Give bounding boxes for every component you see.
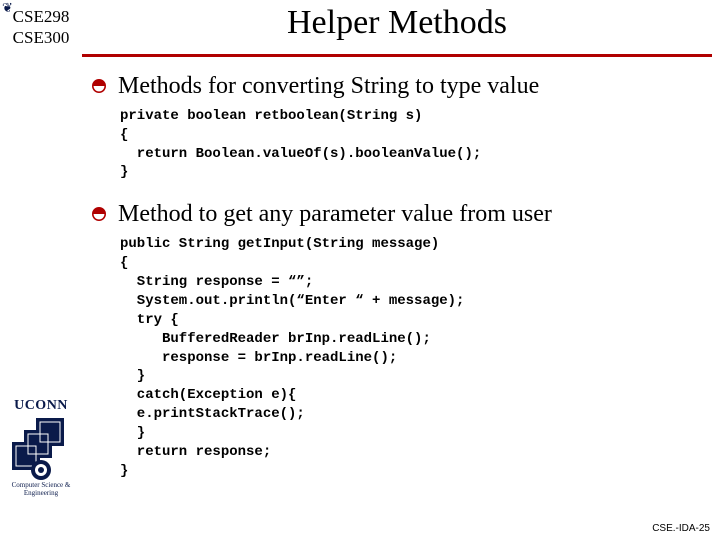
slide-title: Helper Methods bbox=[82, 4, 712, 42]
bullet-text: Methods for converting String to type va… bbox=[118, 72, 539, 101]
title-divider bbox=[82, 54, 712, 57]
bullet-icon bbox=[92, 207, 106, 221]
sidebar: ❦ CSE298 CSE300 UCONN Computer Science &… bbox=[0, 0, 82, 540]
bullet-item: Methods for converting String to type va… bbox=[92, 72, 710, 101]
slide-footer: CSE.-IDA-25 bbox=[652, 523, 710, 534]
uconn-logo-icon bbox=[10, 416, 72, 480]
uconn-wordmark: UCONN bbox=[4, 398, 78, 414]
bullet-item: Method to get any parameter value from u… bbox=[92, 200, 710, 229]
uconn-subtitle: Computer Science & Engineering bbox=[4, 482, 78, 497]
oak-icon: ❦ bbox=[2, 0, 13, 16]
code-block: private boolean retboolean(String s) { r… bbox=[120, 107, 710, 183]
course-code-2: CSE300 bbox=[0, 27, 82, 48]
content-area: Methods for converting String to type va… bbox=[92, 72, 710, 481]
code-block: public String getInput(String message) {… bbox=[120, 235, 710, 481]
bullet-text: Method to get any parameter value from u… bbox=[118, 200, 552, 229]
affiliation-block: UCONN Computer Science & Engineering bbox=[4, 398, 78, 497]
bullet-icon bbox=[92, 79, 106, 93]
